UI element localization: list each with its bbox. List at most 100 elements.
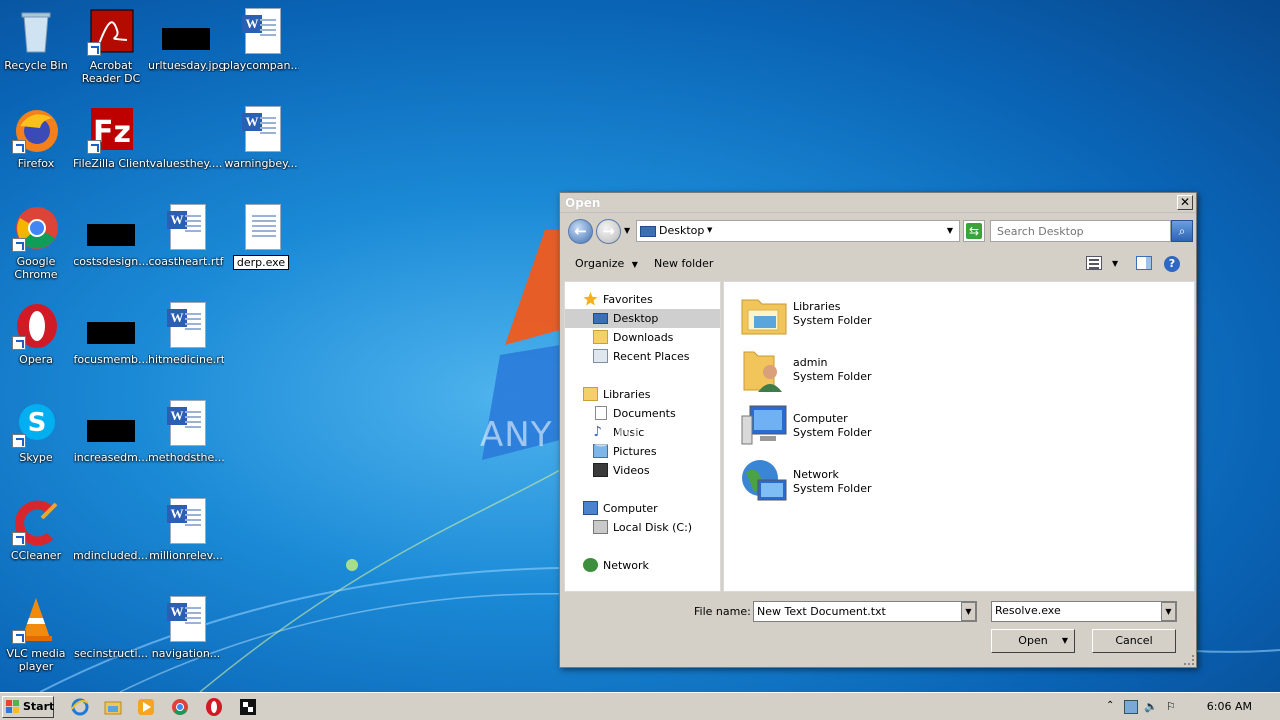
- file-item-network[interactable]: Network System Folder: [740, 458, 940, 510]
- desktop-icon-costsdesign[interactable]: costsdesign...: [73, 200, 149, 292]
- windows-logo-icon: [6, 700, 20, 714]
- breadcrumb-arrow-icon[interactable]: ▼: [707, 226, 712, 234]
- file-item-admin[interactable]: admin System Folder: [740, 346, 940, 398]
- open-split-dropdown-icon[interactable]: ▼: [1062, 630, 1068, 652]
- desktop-icon-hitmedicine-rtf[interactable]: W hitmedicine.rtf: [148, 298, 224, 390]
- desktop-icon-playcompan-doc[interactable]: W playcompan...: [223, 4, 299, 96]
- desktop-icon-ccleaner[interactable]: CCleaner: [0, 494, 74, 586]
- hard-drive-icon: [593, 520, 608, 534]
- desktop-icon-navigation[interactable]: W navigation...: [148, 592, 224, 684]
- nav-music[interactable]: ♪ Music: [565, 423, 720, 442]
- cancel-button[interactable]: Cancel: [1092, 629, 1176, 653]
- desktop-icon-label: increasedm...: [73, 451, 149, 464]
- nav-videos[interactable]: Videos: [565, 461, 720, 480]
- change-view-icon[interactable]: [1086, 256, 1102, 270]
- close-button[interactable]: ✕: [1177, 195, 1193, 210]
- desktop-icon-vlc-player[interactable]: VLC media player: [0, 592, 74, 684]
- start-button[interactable]: Start: [2, 696, 54, 718]
- forward-arrow-icon: →: [602, 222, 615, 240]
- network-tray-icon[interactable]: [1124, 700, 1138, 714]
- windows-explorer-icon[interactable]: [103, 697, 123, 717]
- back-button[interactable]: ←: [568, 219, 593, 244]
- volume-icon[interactable]: 🔈: [1144, 700, 1158, 714]
- file-type: System Folder: [793, 426, 872, 439]
- nav-downloads[interactable]: Downloads: [565, 328, 720, 347]
- view-options-dropdown-icon[interactable]: ▼: [1112, 259, 1118, 268]
- preview-pane-icon[interactable]: [1136, 256, 1152, 270]
- file-item-libraries[interactable]: Libraries System Folder: [740, 290, 940, 342]
- desktop-icon-focusmemb[interactable]: focusmemb...: [73, 298, 149, 390]
- resize-grip-icon[interactable]: [1184, 655, 1194, 665]
- organize-menu[interactable]: Organize ▼: [575, 257, 638, 270]
- desktop-icon-warningbey[interactable]: W warningbey...: [223, 102, 299, 194]
- file-name-input[interactable]: [753, 601, 977, 622]
- nav-computer[interactable]: Computer: [565, 499, 720, 518]
- nav-recent-places[interactable]: Recent Places: [565, 347, 720, 366]
- dialog-title: Open: [565, 196, 601, 210]
- refresh-button[interactable]: ⇆: [963, 220, 985, 242]
- desktop-icon-valuesthey[interactable]: valuesthey....: [148, 102, 224, 194]
- opera-icon: [12, 302, 60, 350]
- nav-label: Recent Places: [613, 350, 690, 363]
- desktop-icon-acrobat-reader[interactable]: Acrobat Reader DC: [73, 4, 149, 96]
- desktop-icon-recycle-bin[interactable]: Recycle Bin: [0, 4, 74, 96]
- nav-desktop[interactable]: Desktop: [565, 309, 720, 328]
- desktop-icon-label: coastheart.rtf: [148, 255, 224, 268]
- file-name-label: File name:: [694, 605, 751, 618]
- internet-explorer-icon[interactable]: [70, 697, 90, 717]
- action-center-flag-icon[interactable]: ⚐: [1166, 700, 1180, 714]
- chrome-taskbar-icon[interactable]: [170, 697, 190, 717]
- desktop-icon-skype[interactable]: S Skype: [0, 396, 74, 488]
- desktop-icon-label: Recycle Bin: [4, 59, 68, 72]
- recent-places-icon: [593, 349, 608, 363]
- file-type-dropdown-icon[interactable]: ▼: [1161, 602, 1176, 621]
- desktop-icon-derp-exe[interactable]: derp.exe: [223, 200, 299, 292]
- nav-network[interactable]: Network: [565, 556, 720, 575]
- media-player-icon[interactable]: [136, 697, 156, 717]
- desktop-icon-opera[interactable]: Opera: [0, 298, 74, 390]
- search-button[interactable]: ⌕: [1171, 220, 1193, 242]
- breadcrumb-desktop[interactable]: Desktop: [659, 224, 704, 237]
- show-hidden-icons-chevron-icon[interactable]: ⌃: [1106, 700, 1120, 714]
- nav-pictures[interactable]: Pictures: [565, 442, 720, 461]
- opera-taskbar-icon[interactable]: [204, 697, 224, 717]
- desktop-icon-millionrelev[interactable]: W millionrelev...: [148, 494, 224, 586]
- search-input[interactable]: [990, 220, 1171, 242]
- redacted-thumbnail-icon: [87, 302, 135, 350]
- documents-icon: [595, 406, 607, 420]
- open-button[interactable]: Open ▼: [991, 629, 1075, 653]
- nav-documents[interactable]: Documents: [565, 404, 720, 423]
- address-field[interactable]: Desktop ▼ ▼: [636, 220, 960, 242]
- nav-local-disk[interactable]: Local Disk (C:): [565, 518, 720, 537]
- file-item-computer[interactable]: Computer System Folder: [740, 402, 940, 454]
- desktop-icon-label: CCleaner: [10, 549, 62, 562]
- address-dropdown-icon[interactable]: ▼: [947, 226, 953, 235]
- recent-pages-dropdown-icon[interactable]: ▼: [624, 226, 630, 235]
- search-icon: ⌕: [1178, 224, 1186, 238]
- file-type-filter[interactable]: Resolve.exe: [991, 601, 1177, 622]
- desktop-icon-coastheart-rtf[interactable]: W coastheart.rtf: [148, 200, 224, 292]
- blank-thumbnail-icon: [87, 596, 135, 644]
- desktop-icon-secinstructi[interactable]: secinstructi...: [73, 592, 149, 684]
- desktop-icon-filezilla[interactable]: Fz FileZilla Client: [73, 102, 149, 194]
- desktop-icon-firefox[interactable]: Firefox: [0, 102, 74, 194]
- nav-favorites[interactable]: Favorites: [565, 290, 720, 309]
- desktop-icon-mdincluded[interactable]: mdincluded....: [73, 494, 149, 586]
- file-name-dropdown-icon[interactable]: ▼: [961, 602, 976, 621]
- desktop-icon-label: millionrelev...: [149, 549, 223, 562]
- nav-label: Computer: [603, 502, 658, 515]
- desktop-icon-methodsthe[interactable]: W methodsthe...: [148, 396, 224, 488]
- new-folder-button[interactable]: New folder: [654, 257, 713, 270]
- anyrun-app-icon[interactable]: [238, 697, 258, 717]
- skype-icon: S: [12, 400, 60, 448]
- nav-label: Libraries: [603, 388, 651, 401]
- desktop-icon-google-chrome[interactable]: Google Chrome: [0, 200, 74, 292]
- desktop-icon-increasedm[interactable]: increasedm...: [73, 396, 149, 488]
- help-icon[interactable]: ?: [1164, 256, 1180, 272]
- nav-libraries[interactable]: Libraries: [565, 385, 720, 404]
- clock[interactable]: 6:06 AM: [1207, 700, 1252, 713]
- chrome-icon: [12, 204, 60, 252]
- forward-button[interactable]: →: [596, 219, 621, 244]
- dialog-titlebar[interactable]: Open ✕: [560, 193, 1196, 213]
- desktop-icon-urltuesday-jpg[interactable]: urltuesday.jpg: [148, 4, 224, 96]
